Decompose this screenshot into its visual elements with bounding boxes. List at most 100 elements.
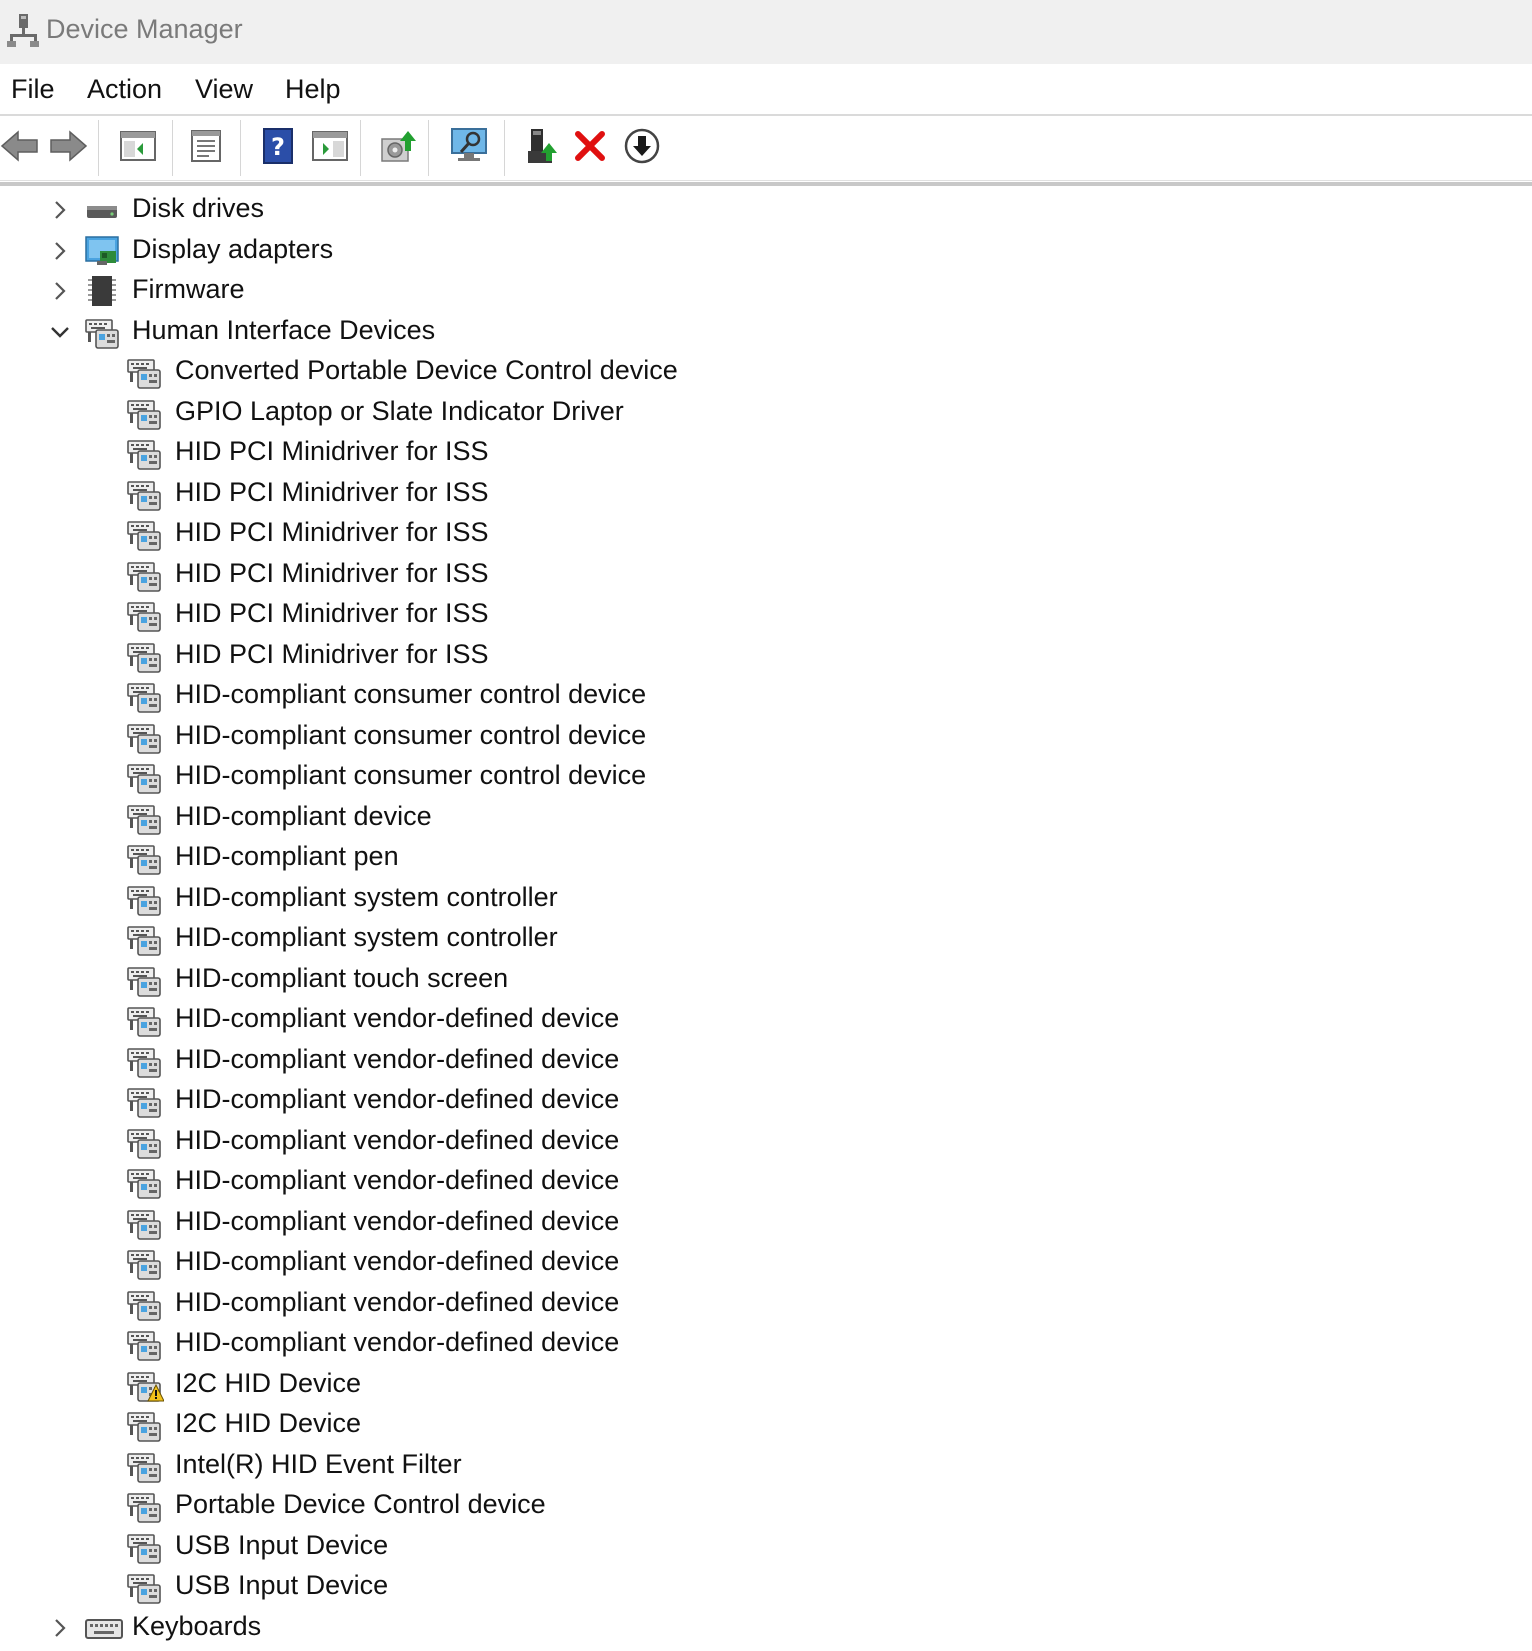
scan-hardware-button[interactable]	[446, 124, 494, 172]
device-label: HID-compliant pen	[175, 841, 399, 871]
tree-category[interactable]: Disk drives	[0, 190, 1532, 230]
tree-device[interactable]: HID-compliant consumer control device	[0, 757, 1532, 797]
hid-device-icon	[126, 1124, 164, 1160]
tree-category[interactable]: Firmware	[0, 271, 1532, 311]
hid-device-icon	[126, 1245, 164, 1281]
tree-category-expanded[interactable]: Human Interface Devices	[0, 312, 1532, 352]
firmware-chip-icon	[84, 273, 120, 309]
device-label: HID-compliant device	[175, 800, 432, 831]
tree-device[interactable]: Intel(R) HID Event Filter	[0, 1446, 1532, 1486]
tree-device[interactable]: USB Input Device	[0, 1567, 1532, 1607]
device-label: HID-compliant consumer control device	[175, 719, 647, 750]
tree-device[interactable]: HID-compliant vendor-defined device	[0, 1243, 1532, 1283]
tree-device[interactable]: HID PCI Minidriver for ISS	[0, 474, 1532, 514]
help-button[interactable]: ?	[254, 124, 302, 172]
toolbar-separator	[98, 120, 99, 176]
tree-device[interactable]: HID-compliant pen	[0, 838, 1532, 878]
show-hide-console-tree-button[interactable]	[114, 124, 162, 172]
forward-button[interactable]	[44, 124, 92, 172]
category-label: Display adapters	[132, 233, 334, 264]
hid-device-icon	[126, 840, 164, 876]
hid-device-icon	[126, 597, 164, 633]
device-label: GPIO Laptop or Slate Indicator Driver	[175, 395, 624, 426]
tree-category[interactable]: Display adapters	[0, 231, 1532, 271]
device-label: Converted Portable Device Control device	[175, 355, 678, 385]
toolbar-separator	[240, 120, 241, 176]
toolbar-separator	[428, 120, 429, 176]
device-label: HID-compliant vendor-defined device	[175, 1286, 620, 1317]
tree-device[interactable]: HID-compliant vendor-defined device	[0, 1324, 1532, 1364]
window-title: Device Manager	[46, 14, 243, 44]
disable-device-button[interactable]	[618, 124, 666, 172]
display-adapter-icon	[84, 233, 120, 269]
tree-device[interactable]: HID PCI Minidriver for ISS	[0, 433, 1532, 473]
show-action-pane-button[interactable]	[306, 124, 354, 172]
tree-device[interactable]: HID-compliant consumer control device	[0, 676, 1532, 716]
tree-device[interactable]: HID PCI Minidriver for ISS	[0, 514, 1532, 554]
uninstall-device-button[interactable]	[566, 124, 614, 172]
hid-device-icon	[126, 557, 164, 593]
forward-icon	[48, 129, 88, 168]
tree-device[interactable]: HID PCI Minidriver for ISS	[0, 595, 1532, 635]
chevron-right-icon[interactable]	[50, 239, 70, 263]
hid-device-icon	[126, 719, 164, 755]
tree-device[interactable]: HID-compliant vendor-defined device	[0, 1284, 1532, 1324]
tree-device[interactable]: HID-compliant vendor-defined device	[0, 1162, 1532, 1202]
tree-device[interactable]: HID PCI Minidriver for ISS	[0, 555, 1532, 595]
device-label: HID-compliant vendor-defined device	[175, 1327, 620, 1357]
tree-device[interactable]: HID-compliant touch screen	[0, 960, 1532, 1000]
tree-device[interactable]: Converted Portable Device Control device	[0, 352, 1532, 392]
tree-device[interactable]: I2C HID Device	[0, 1365, 1532, 1405]
hid-device-icon	[126, 881, 164, 917]
help-icon: ?	[262, 127, 294, 170]
tree-device[interactable]: HID-compliant system controller	[0, 879, 1532, 919]
tree-device[interactable]: Portable Device Control device	[0, 1486, 1532, 1526]
tree-device[interactable]: HID PCI Minidriver for ISS	[0, 636, 1532, 676]
menu-file[interactable]: File	[11, 74, 55, 105]
hid-device-icon	[126, 1569, 164, 1605]
chevron-right-icon[interactable]	[50, 1616, 70, 1640]
tree-device[interactable]: USB Input Device	[0, 1527, 1532, 1567]
device-label: I2C HID Device	[175, 1408, 362, 1438]
menu-help[interactable]: Help	[285, 74, 341, 105]
properties-button[interactable]	[182, 124, 230, 172]
tree-device[interactable]: HID-compliant vendor-defined device	[0, 1041, 1532, 1081]
tree-device[interactable]: HID-compliant vendor-defined device	[0, 1000, 1532, 1040]
hid-device-icon	[126, 1164, 164, 1200]
back-icon	[0, 129, 40, 168]
hid-device-icon	[126, 476, 164, 512]
hid-device-icon	[126, 1448, 164, 1484]
chevron-right-icon[interactable]	[50, 279, 70, 303]
disk-drive-icon	[84, 192, 120, 228]
tree-device[interactable]: HID-compliant vendor-defined device	[0, 1081, 1532, 1121]
tree-device[interactable]: HID-compliant system controller	[0, 919, 1532, 959]
tree-device[interactable]: I2C HID Device	[0, 1405, 1532, 1445]
hid-device-icon	[126, 1205, 164, 1241]
toolbar-separator	[172, 120, 173, 176]
device-label: I2C HID Device	[175, 1367, 362, 1398]
tree-device[interactable]: HID-compliant vendor-defined device	[0, 1203, 1532, 1243]
tree-device[interactable]: HID-compliant vendor-defined device	[0, 1122, 1532, 1162]
device-label: HID-compliant system controller	[175, 922, 558, 952]
enable-device-button[interactable]	[518, 124, 566, 172]
device-label: HID-compliant vendor-defined device	[175, 1246, 620, 1276]
hid-device-icon	[126, 1002, 164, 1038]
tree-category[interactable]: Keyboards	[0, 1608, 1532, 1648]
menu-view[interactable]: View	[195, 74, 253, 105]
back-button[interactable]	[0, 124, 44, 172]
enable-device-icon	[525, 127, 559, 170]
device-label: HID-compliant vendor-defined device	[175, 1043, 620, 1074]
tree-device[interactable]: HID-compliant device	[0, 798, 1532, 838]
device-tree[interactable]: Disk drives Display adapters Firmware Human…	[0, 186, 1532, 1651]
menu-bar: File Action View Help	[0, 64, 1532, 116]
hid-device-icon	[126, 1286, 164, 1322]
menu-action[interactable]: Action	[87, 74, 162, 105]
tree-device[interactable]: GPIO Laptop or Slate Indicator Driver	[0, 393, 1532, 433]
update-driver-button[interactable]	[374, 124, 422, 172]
tree-device[interactable]: HID-compliant consumer control device	[0, 717, 1532, 757]
hid-device-icon	[126, 962, 164, 998]
chevron-down-icon[interactable]	[48, 320, 69, 344]
device-label: HID PCI Minidriver for ISS	[175, 476, 489, 507]
toolbar-separator	[360, 120, 361, 176]
chevron-right-icon[interactable]	[50, 198, 70, 222]
